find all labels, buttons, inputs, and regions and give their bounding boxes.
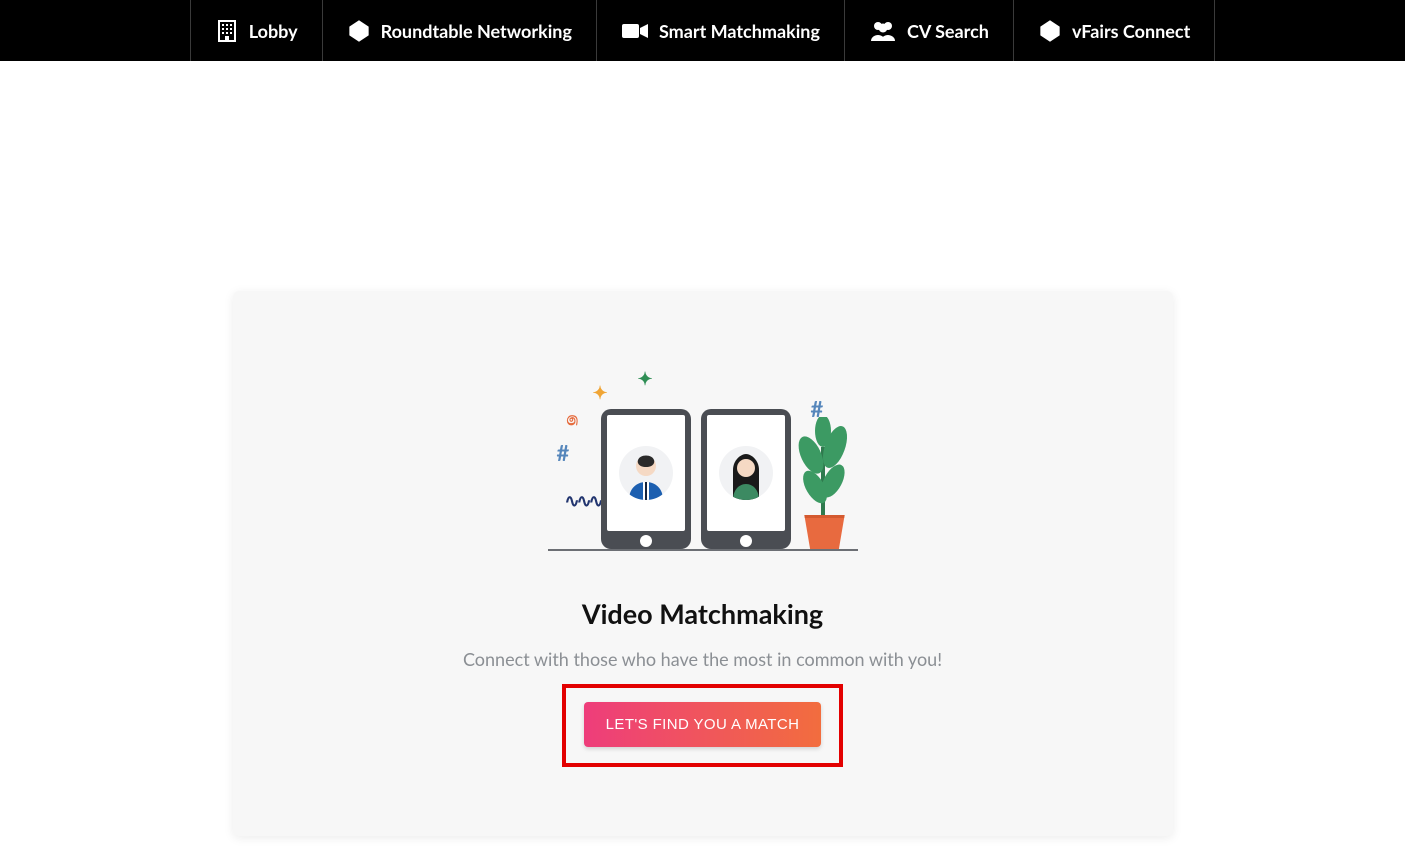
phone-illustration (601, 409, 691, 549)
plant-pot-icon (801, 515, 849, 549)
nav-label: vFairs Connect (1072, 20, 1190, 42)
polyhedron-icon (347, 19, 371, 43)
nav-label: Lobby (249, 20, 298, 42)
nav-item-cv-search[interactable]: CV Search (845, 0, 1014, 61)
illustration: ✦ ✦ ෧ # # ∿∿∿ (543, 371, 863, 551)
avatar-woman-icon (719, 446, 773, 500)
nav-item-vfairs-connect[interactable]: vFairs Connect (1014, 0, 1215, 61)
matchmaking-card: ✦ ✦ ෧ # # ∿∿∿ (233, 291, 1173, 836)
nav-label: Roundtable Networking (381, 20, 572, 42)
nav-item-lobby[interactable]: Lobby (190, 0, 323, 61)
star-icon: ✦ (593, 381, 608, 404)
top-nav: Lobby Roundtable Networking Smart Matchm… (0, 0, 1405, 61)
squiggle-icon: ෧ (567, 407, 579, 430)
star-icon: ✦ (638, 367, 653, 390)
nav-item-matchmaking[interactable]: Smart Matchmaking (597, 0, 845, 61)
plant-icon (793, 417, 853, 517)
find-match-button[interactable]: LET'S FIND YOU A MATCH (584, 702, 822, 747)
nav-item-roundtable[interactable]: Roundtable Networking (323, 0, 597, 61)
wave-icon: ∿∿∿ (565, 489, 601, 512)
nav-label: CV Search (907, 20, 989, 42)
users-icon (869, 19, 897, 43)
avatar-man-icon (619, 446, 673, 500)
page-body: ✦ ✦ ෧ # # ∿∿∿ (0, 61, 1405, 836)
hash-icon: # (557, 439, 570, 466)
polyhedron-icon (1038, 19, 1062, 43)
highlight-frame: LET'S FIND YOU A MATCH (562, 684, 844, 767)
building-icon (215, 19, 239, 43)
video-camera-icon (621, 19, 649, 43)
card-subtitle: Connect with those who have the most in … (463, 648, 942, 670)
card-title: Video Matchmaking (582, 597, 823, 630)
phone-illustration (701, 409, 791, 549)
nav-label: Smart Matchmaking (659, 20, 820, 42)
